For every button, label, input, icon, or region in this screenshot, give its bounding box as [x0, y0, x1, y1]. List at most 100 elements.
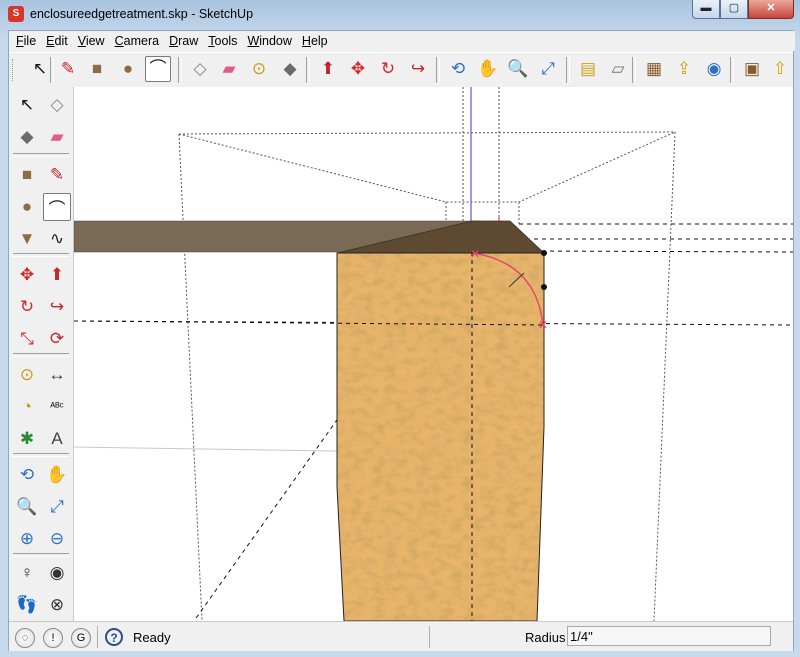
protractor-icon[interactable]: ◔ — [13, 393, 41, 421]
toolbar-separator — [178, 57, 182, 83]
status-text: Ready — [133, 630, 171, 645]
measurements-field[interactable]: 1/4" — [567, 626, 771, 646]
menu-edit[interactable]: Edit — [41, 34, 73, 48]
zoom-extents-icon[interactable]: ⤢ — [535, 56, 561, 82]
axes-icon[interactable]: ✱ — [13, 425, 41, 453]
minimize-button[interactable]: ▬ — [692, 0, 720, 19]
select-icon[interactable]: ↖ — [27, 56, 53, 82]
make-component-icon[interactable]: ◇ — [187, 56, 213, 82]
menu-view[interactable]: View — [73, 34, 110, 48]
client-area: File Edit View Camera Draw Tools Window Help ↖ ✎… — [8, 30, 795, 651]
position-camera-icon[interactable]: ♀ — [13, 559, 41, 587]
menu-tools[interactable]: Tools — [203, 34, 242, 48]
sketchup-logo-icon: S — [8, 6, 24, 22]
select-icon[interactable]: ↖ — [13, 91, 41, 119]
geo-location-icon[interactable]: ◌ — [15, 628, 35, 648]
3d-text-icon[interactable]: A — [43, 425, 71, 453]
toolbar-separator — [436, 57, 440, 83]
line-icon[interactable]: ✎ — [43, 161, 71, 189]
toolbar-separator — [632, 57, 636, 83]
toolbar-grip[interactable] — [12, 59, 16, 81]
move-icon[interactable]: ✥ — [345, 56, 371, 82]
pan-icon[interactable]: ✋ — [43, 461, 71, 489]
make-component-icon[interactable]: ◇ — [43, 91, 71, 119]
toolbar-separator — [13, 153, 69, 157]
left-toolbar: ↖ ◇ ◆ ▰ ■ ✎ ● ⌒ ▼ ∿ ✥ ⬆ ↻ ↪ ⤡ ⟳ ⊙ ↔ ◔ ᴬᴮᶜ ✱ A ⟲ ✋ 🔍 ⤢ ⊕ ⊖ ♀ ◉ 👣 ⊗ — [9, 87, 74, 621]
line-icon[interactable]: ✎ — [55, 56, 81, 82]
menu-draw[interactable]: Draw — [164, 34, 203, 48]
look-around-icon[interactable]: ◉ — [43, 559, 71, 587]
menu-camera[interactable]: Camera — [110, 34, 164, 48]
application-window: S enclosureedgetreatment.skp - SketchUp … — [0, 0, 800, 657]
rectangle-icon[interactable]: ■ — [84, 56, 110, 82]
toolbar-separator — [306, 57, 310, 83]
toolbar-separator — [13, 353, 69, 357]
scale-icon[interactable]: ⤡ — [13, 325, 41, 353]
push-pull-icon[interactable]: ⬆ — [315, 56, 341, 82]
toolbar-separator — [13, 553, 69, 557]
share-component-icon[interactable]: ⇧ — [767, 56, 793, 82]
tape-measure-icon[interactable]: ⊙ — [13, 361, 41, 389]
menu-file[interactable]: File — [11, 34, 41, 48]
previous-view-icon[interactable]: ⊖ — [43, 525, 71, 553]
toggle-terrain-icon[interactable]: ▱ — [605, 56, 631, 82]
toolbar-separator — [13, 453, 69, 457]
close-button[interactable]: ✕ — [748, 0, 794, 19]
eraser-icon[interactable]: ▰ — [216, 56, 242, 82]
menu-help[interactable]: Help — [297, 34, 333, 48]
zoom-icon[interactable]: 🔍 — [505, 56, 531, 82]
credits-icon[interactable]: ! — [43, 628, 63, 648]
section-plane-icon[interactable]: ⊗ — [43, 591, 71, 619]
offset-icon[interactable]: ⟳ — [43, 325, 71, 353]
svg-text:✕: ✕ — [538, 318, 548, 332]
zoom-extents-icon[interactable]: ⤢ — [43, 493, 71, 521]
circle-icon[interactable]: ● — [115, 56, 141, 82]
text-icon[interactable]: ᴬᴮᶜ — [43, 393, 71, 421]
drawing-area[interactable]: ✕ ✕ — [74, 87, 793, 621]
arc-icon[interactable]: ⌒ — [145, 56, 171, 82]
follow-me-icon[interactable]: ↪ — [43, 293, 71, 321]
follow-me-icon[interactable]: ↪ — [405, 56, 431, 82]
rectangle-icon[interactable]: ■ — [13, 161, 41, 189]
google-earth-icon[interactable]: ◉ — [701, 56, 727, 82]
status-bar: ? Ready Radius 1/4" ◌! G — [9, 621, 793, 651]
rotate-icon[interactable]: ↻ — [13, 293, 41, 321]
add-location-icon[interactable]: ▤ — [575, 56, 601, 82]
rotate-icon[interactable]: ↻ — [375, 56, 401, 82]
get-models-icon[interactable]: ▦ — [641, 56, 667, 82]
dimension-icon[interactable]: ↔ — [43, 361, 71, 389]
paint-bucket-icon[interactable]: ◆ — [277, 56, 303, 82]
tape-measure-icon[interactable]: ⊙ — [246, 56, 272, 82]
zoom-icon[interactable]: 🔍 — [13, 493, 41, 521]
polygon-icon[interactable]: ▼ — [13, 225, 41, 253]
circle-icon[interactable]: ● — [13, 193, 41, 221]
title-bar[interactable]: S enclosureedgetreatment.skp - SketchUp … — [0, 0, 800, 30]
menu-bar: File Edit View Camera Draw Tools Window Help — [9, 31, 795, 51]
model-view[interactable]: ✕ ✕ — [74, 87, 793, 621]
eraser-icon[interactable]: ▰ — [43, 123, 71, 151]
orbit-icon[interactable]: ⟲ — [13, 461, 41, 489]
window-title: enclosureedgetreatment.skp - SketchUp — [30, 7, 254, 21]
svg-text:✕: ✕ — [470, 247, 480, 261]
wood-post[interactable] — [336, 252, 545, 621]
top-toolbar: ↖ ✎ ■ ● ⌒ ◇ ▰ ⊙ ◆ ⬆ ✥ ↻ ↪ ⟲ ✋ 🔍 ⤢ ▤ ▱ ▦ ⇪ ◉ ▣ ⇧ — [9, 52, 793, 88]
move-icon[interactable]: ✥ — [13, 261, 41, 289]
pan-icon[interactable]: ✋ — [475, 56, 501, 82]
freehand-icon[interactable]: ∿ — [43, 225, 71, 253]
get-components-icon[interactable]: ▣ — [739, 56, 765, 82]
orbit-icon[interactable]: ⟲ — [445, 56, 471, 82]
zoom-window-icon[interactable]: ⊕ — [13, 525, 41, 553]
status-divider — [429, 626, 430, 648]
maximize-button[interactable]: ▢ — [720, 0, 748, 19]
share-model-icon[interactable]: ⇪ — [671, 56, 697, 82]
help-icon[interactable]: ? — [105, 628, 123, 646]
menu-window[interactable]: Window — [242, 34, 296, 48]
sign-in-icon[interactable]: G — [71, 628, 91, 648]
paint-bucket-icon[interactable]: ◆ — [13, 123, 41, 151]
toolbar-separator — [566, 57, 570, 83]
toolbar-separator — [13, 253, 69, 257]
walk-icon[interactable]: 👣 — [13, 591, 41, 619]
push-pull-icon[interactable]: ⬆ — [43, 261, 71, 289]
arc-icon[interactable]: ⌒ — [43, 193, 71, 221]
measurements-label: Radius — [525, 630, 566, 645]
